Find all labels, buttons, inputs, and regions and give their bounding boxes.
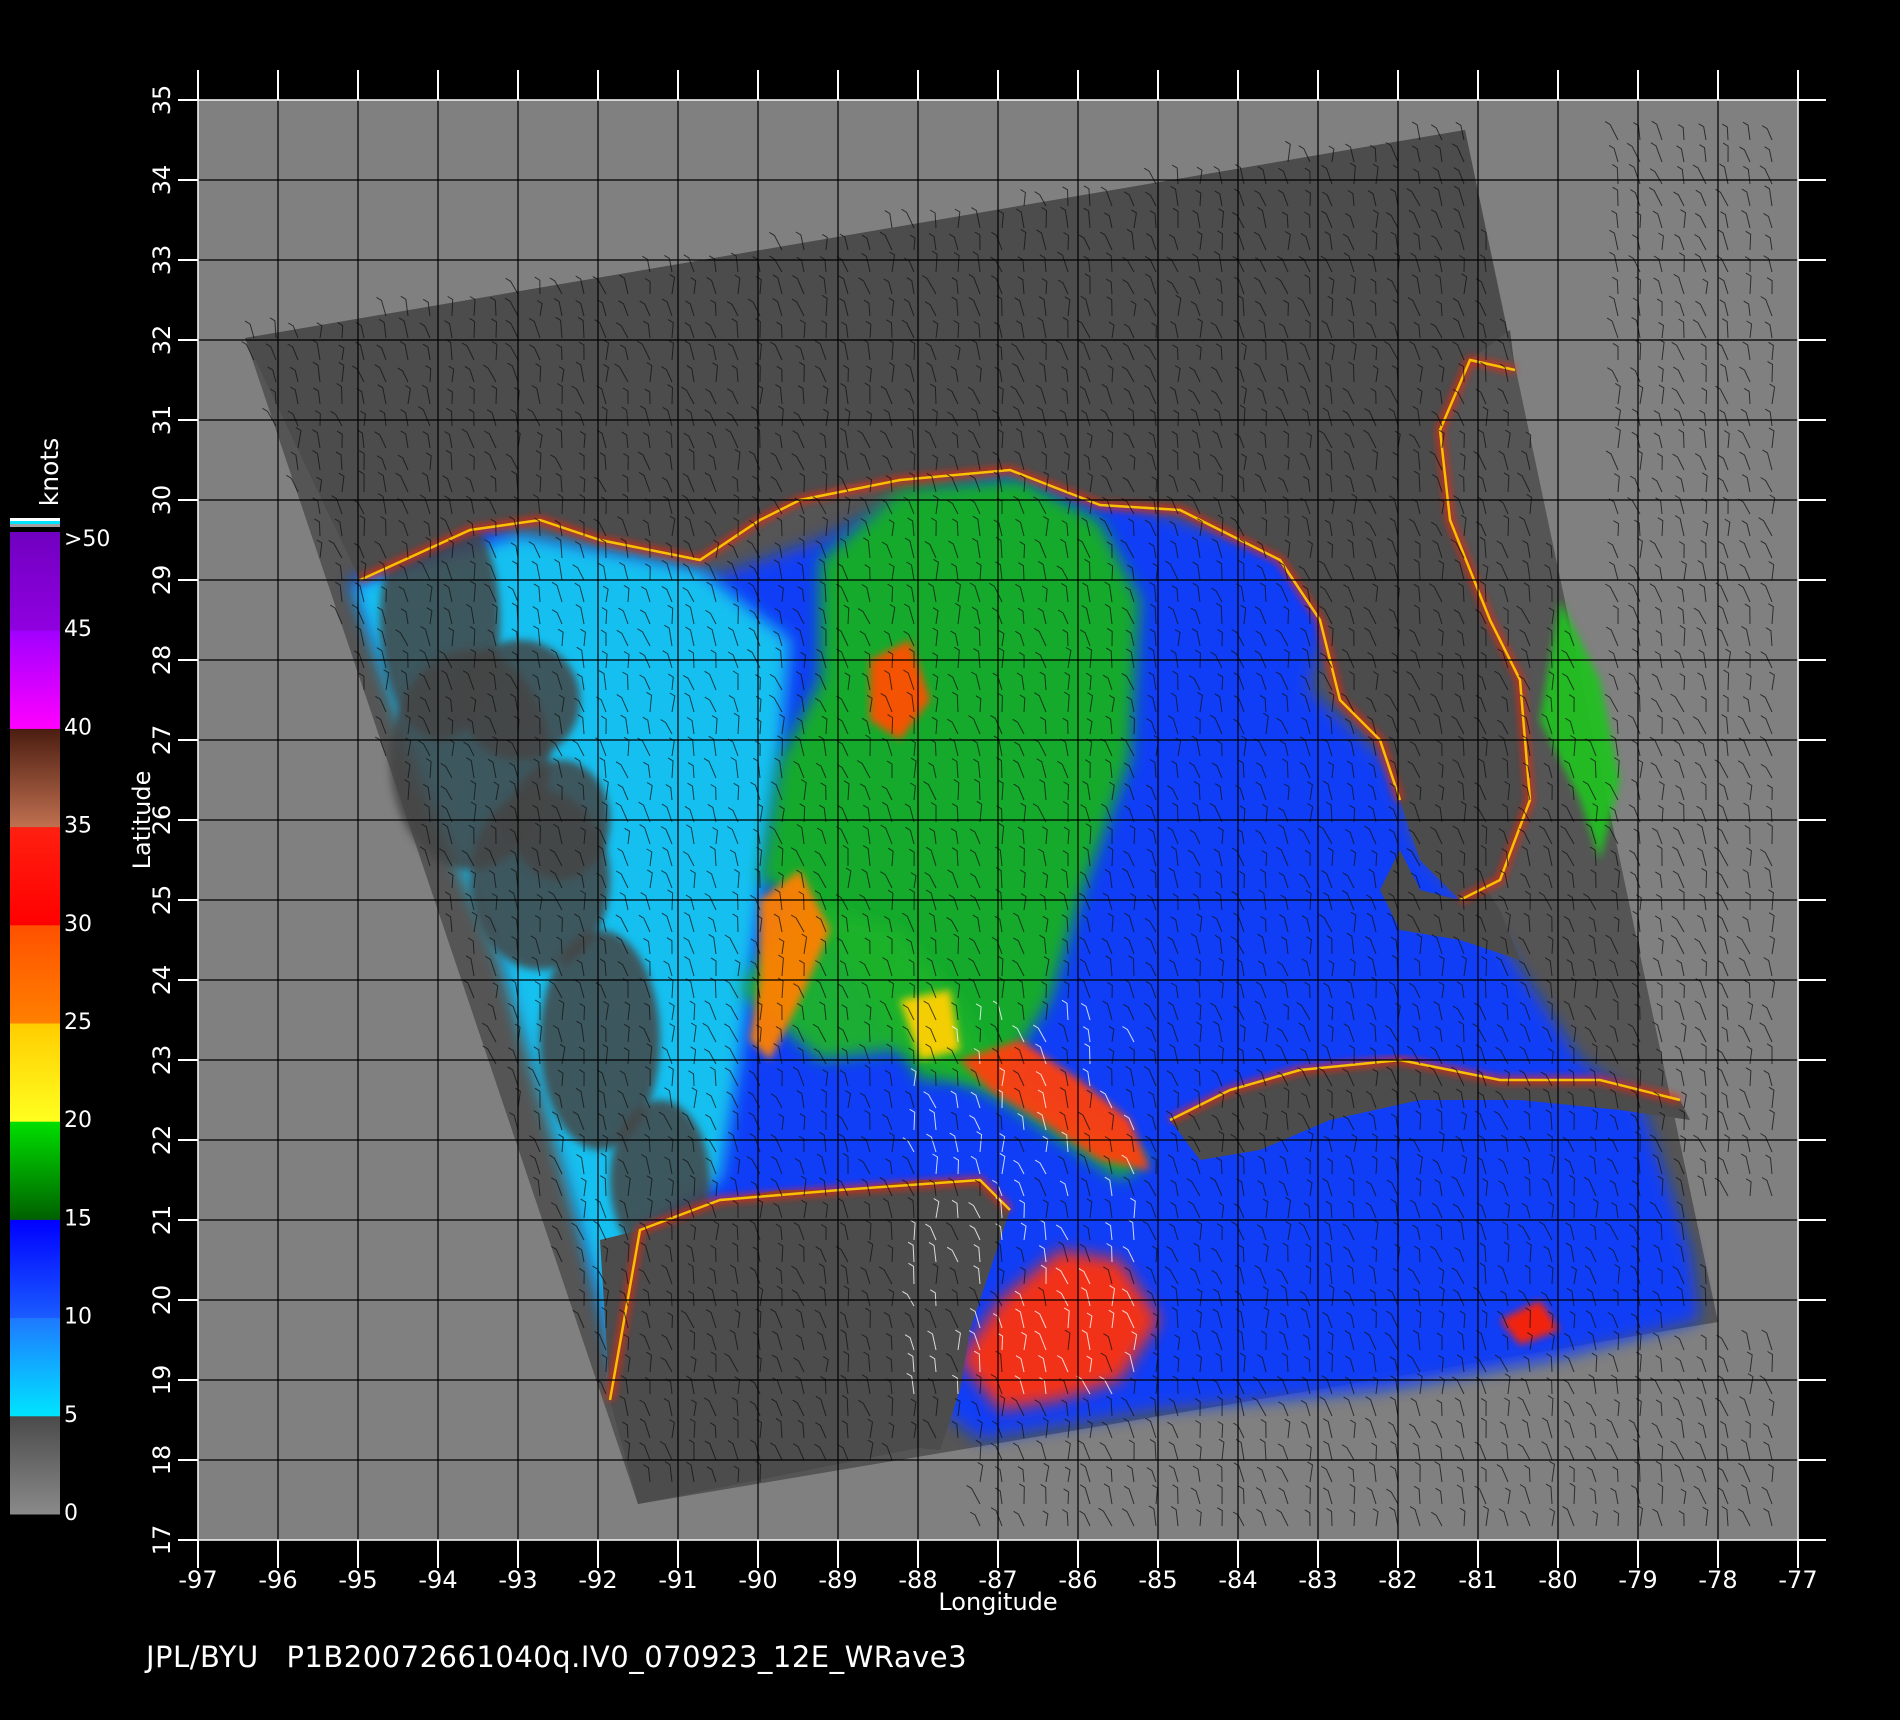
colorbar-band <box>10 1317 60 1417</box>
x-tick-label: -85 <box>1138 1566 1177 1594</box>
x-tick-label: -90 <box>738 1566 777 1594</box>
footer-file-id: P1B20072661040q.IV0_070923_12E_WRave3 <box>286 1640 968 1674</box>
y-axis-label: Latitude <box>128 771 156 870</box>
x-tick-label: -83 <box>1298 1566 1337 1594</box>
y-tick-label: 18 <box>148 1445 176 1476</box>
y-tick-label: 32 <box>148 325 176 356</box>
colorbar-band <box>10 826 60 926</box>
colorbar-band <box>10 532 60 631</box>
x-tick-label: -91 <box>658 1566 697 1594</box>
x-tick-label: -93 <box>498 1566 537 1594</box>
y-tick-label: 30 <box>148 485 176 516</box>
colorbar-cap <box>10 518 60 521</box>
x-tick-label: -78 <box>1698 1566 1737 1594</box>
colorbar-unit-label: knots <box>35 438 64 506</box>
wind-map-figure: -97 -96 -95 -94 -93 -92 -91 -90 -89 -88 -87 -86 -85-… <box>10 70 1826 1616</box>
x-tick-label: -86 <box>1058 1566 1097 1594</box>
x-tick-label: -77 <box>1778 1566 1817 1594</box>
low-wind-patch <box>460 640 580 760</box>
colorbar-tick-label: >50 <box>64 527 110 552</box>
colorbar-tick-label: 5 <box>64 1403 78 1428</box>
colorbar-tick-label: 45 <box>64 617 92 642</box>
colorbar-tick-label: 40 <box>64 715 92 740</box>
colorbar-band <box>10 1121 60 1220</box>
colorbar-band <box>10 1415 60 1515</box>
figure-footer: JPL/BYU P1B20072661040q.IV0_070923_12E_W… <box>146 1640 985 1674</box>
y-tick-label: 27 <box>148 725 176 756</box>
colorbar-band <box>10 630 60 729</box>
y-tick-label: 28 <box>148 645 176 676</box>
y-tick-label: 24 <box>148 965 176 996</box>
y-tick-label: 29 <box>148 565 176 596</box>
y-tick-label: 17 <box>148 1525 176 1556</box>
y-tick-label: 25 <box>148 885 176 916</box>
x-tick-label: -89 <box>818 1566 857 1594</box>
x-tick-label: -94 <box>418 1566 457 1594</box>
y-tick-label: 33 <box>148 245 176 276</box>
colorbar-tick-label: 10 <box>64 1305 92 1330</box>
colorbar-cap <box>10 521 60 524</box>
y-tick-label: 22 <box>148 1125 176 1156</box>
x-tick-label: -79 <box>1618 1566 1657 1594</box>
colorbar-tick-label: 30 <box>64 912 92 937</box>
x-tick-label: -88 <box>898 1566 937 1594</box>
x-tick-label: -97 <box>178 1566 217 1594</box>
x-tick-label: -84 <box>1218 1566 1257 1594</box>
colorbar-tick-label: 0 <box>64 1501 78 1526</box>
colorbar-tick-label: 35 <box>64 814 92 839</box>
x-tick-label: -92 <box>578 1566 617 1594</box>
lat-lon-grid <box>198 100 1798 1540</box>
x-tick-label: -82 <box>1378 1566 1417 1594</box>
colorbar: 0 5 10 15 20 25 30 35 40 45 >50 <box>10 518 110 1526</box>
x-tick-label: -96 <box>258 1566 297 1594</box>
colorbar-cap <box>10 524 60 527</box>
y-tick-label: 23 <box>148 1045 176 1076</box>
plot-area <box>198 100 1798 1540</box>
x-tick-label: -81 <box>1458 1566 1497 1594</box>
x-tick-label: -80 <box>1538 1566 1577 1594</box>
y-tick-label: 34 <box>148 165 176 196</box>
colorbar-band <box>10 1219 60 1319</box>
colorbar-band <box>10 728 60 828</box>
y-tick-label: 35 <box>148 85 176 116</box>
colorbar-tick-label: 20 <box>64 1108 92 1133</box>
x-tick-label: -95 <box>338 1566 377 1594</box>
x-axis-label: Longitude <box>938 1588 1057 1616</box>
colorbar-tick-label: 15 <box>64 1206 92 1231</box>
footer-source: JPL/BYU <box>146 1640 259 1674</box>
y-tick-label: 31 <box>148 405 176 436</box>
colorbar-band <box>10 924 60 1024</box>
y-tick-label: 21 <box>148 1205 176 1236</box>
y-tick-label: 20 <box>148 1285 176 1316</box>
y-tick-label: 19 <box>148 1365 176 1396</box>
colorbar-band <box>10 1023 60 1122</box>
colorbar-tick-label: 25 <box>64 1010 92 1035</box>
